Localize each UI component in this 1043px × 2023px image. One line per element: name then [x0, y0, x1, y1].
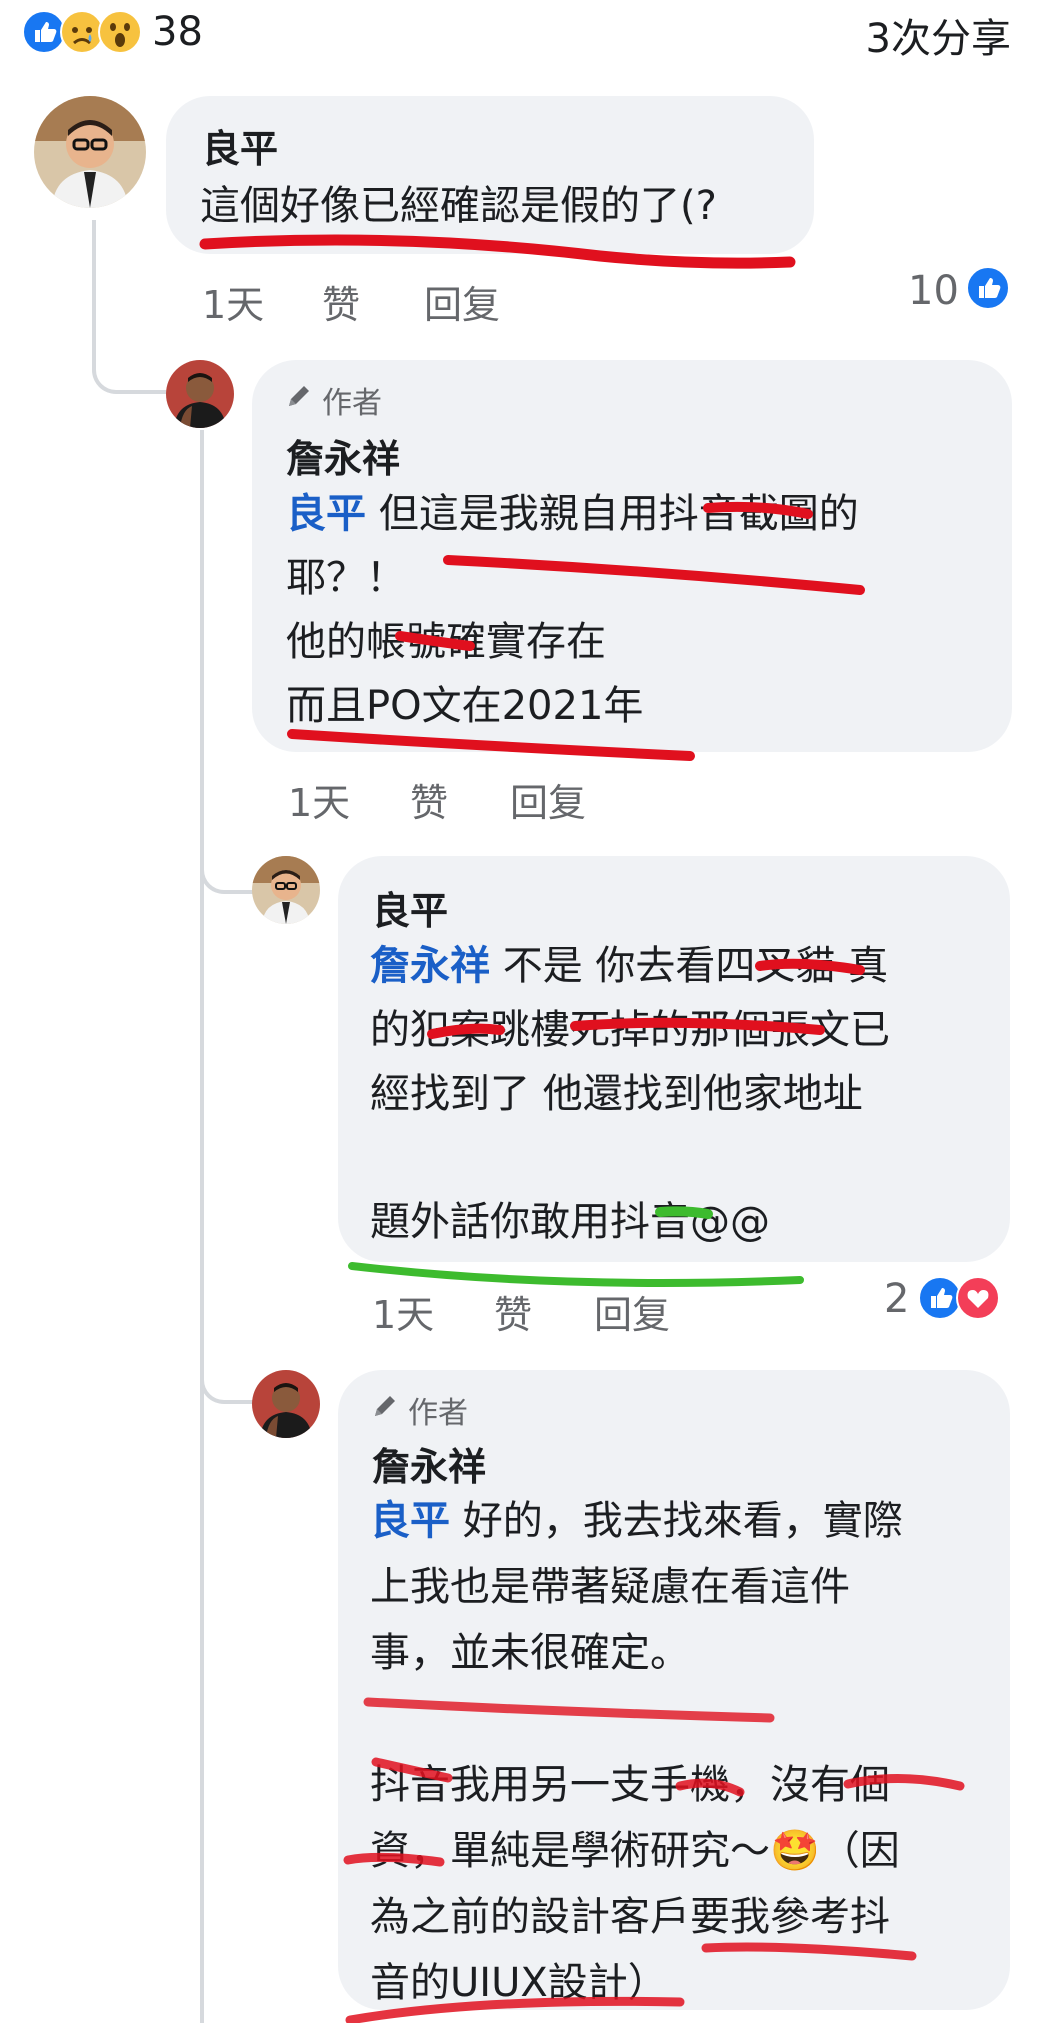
green-strike: [655, 1206, 713, 1219]
red-underline: [287, 729, 695, 761]
red-strike: [427, 1017, 825, 1039]
red-underline: [199, 234, 796, 269]
green-underline: [348, 1262, 804, 1287]
red-underline: [701, 1942, 917, 1961]
red-underline: [363, 1697, 775, 1723]
red-underline: [443, 555, 865, 595]
red-underline: [345, 1996, 685, 2023]
red-strike: [343, 1852, 445, 1867]
red-strike: [703, 501, 813, 519]
red-strike: [371, 1757, 965, 1797]
marker-annotations: [199, 234, 965, 2023]
red-strike: [755, 958, 865, 975]
red-strike: [395, 631, 475, 651]
